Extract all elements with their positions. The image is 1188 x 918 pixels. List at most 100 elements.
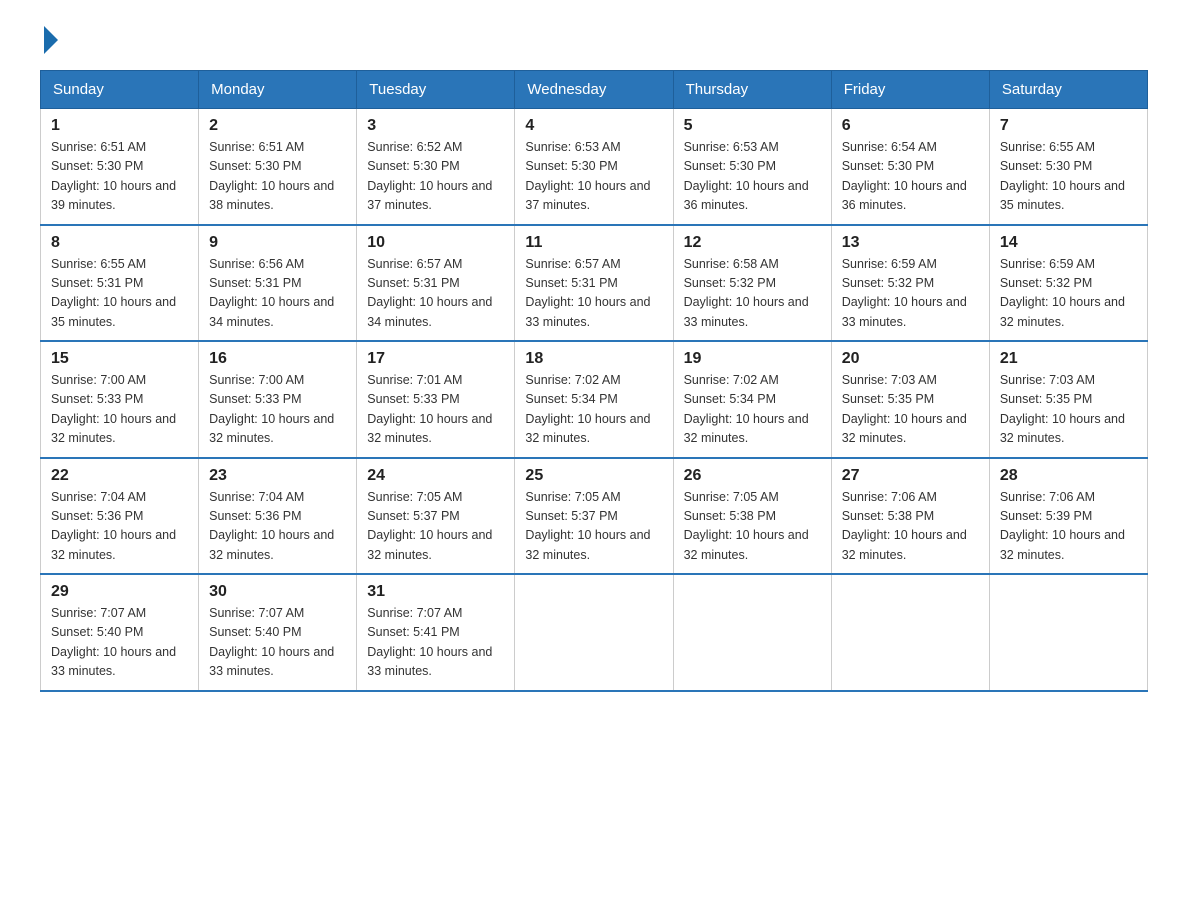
day-info: Sunrise: 7:04 AMSunset: 5:36 PMDaylight:… xyxy=(209,488,346,566)
calendar-cell: 6 Sunrise: 6:54 AMSunset: 5:30 PMDaylight… xyxy=(831,109,989,225)
logo-triangle-icon xyxy=(44,26,58,54)
day-info: Sunrise: 6:51 AMSunset: 5:30 PMDaylight:… xyxy=(51,138,188,216)
day-info: Sunrise: 7:00 AMSunset: 5:33 PMDaylight:… xyxy=(51,371,188,449)
day-info: Sunrise: 6:56 AMSunset: 5:31 PMDaylight:… xyxy=(209,255,346,333)
calendar-cell: 10 Sunrise: 6:57 AMSunset: 5:31 PMDayligh… xyxy=(357,225,515,342)
calendar-cell: 13 Sunrise: 6:59 AMSunset: 5:32 PMDayligh… xyxy=(831,225,989,342)
day-number: 12 xyxy=(684,234,821,252)
day-number: 15 xyxy=(51,350,188,368)
day-info: Sunrise: 6:59 AMSunset: 5:32 PMDaylight:… xyxy=(1000,255,1137,333)
calendar-cell xyxy=(989,574,1147,691)
day-info: Sunrise: 7:00 AMSunset: 5:33 PMDaylight:… xyxy=(209,371,346,449)
day-header-sunday: Sunday xyxy=(41,71,199,109)
day-header-monday: Monday xyxy=(199,71,357,109)
logo xyxy=(40,30,58,50)
day-info: Sunrise: 7:02 AMSunset: 5:34 PMDaylight:… xyxy=(684,371,821,449)
day-number: 14 xyxy=(1000,234,1137,252)
day-info: Sunrise: 6:55 AMSunset: 5:31 PMDaylight:… xyxy=(51,255,188,333)
day-number: 11 xyxy=(525,234,662,252)
day-number: 27 xyxy=(842,467,979,485)
calendar-cell: 20Sunrise: 7:03 AMSunset: 5:35 PMDayligh… xyxy=(831,341,989,458)
day-info: Sunrise: 6:57 AMSunset: 5:31 PMDaylight:… xyxy=(367,255,504,333)
day-number: 13 xyxy=(842,234,979,252)
page-header xyxy=(40,30,1148,50)
calendar-cell: 15 Sunrise: 7:00 AMSunset: 5:33 PMDayligh… xyxy=(41,341,199,458)
day-number: 29 xyxy=(51,583,188,601)
day-number: 1 xyxy=(51,117,188,135)
day-number: 17 xyxy=(367,350,504,368)
day-info: Sunrise: 6:51 AMSunset: 5:30 PMDaylight:… xyxy=(209,138,346,216)
day-number: 6 xyxy=(842,117,979,135)
calendar-cell: 25Sunrise: 7:05 AMSunset: 5:37 PMDayligh… xyxy=(515,458,673,575)
calendar-cell: 4 Sunrise: 6:53 AMSunset: 5:30 PMDaylight… xyxy=(515,109,673,225)
day-info: Sunrise: 6:54 AMSunset: 5:30 PMDaylight:… xyxy=(842,138,979,216)
calendar-cell: 8 Sunrise: 6:55 AMSunset: 5:31 PMDaylight… xyxy=(41,225,199,342)
calendar-table: SundayMondayTuesdayWednesdayThursdayFrid… xyxy=(40,70,1148,692)
day-info: Sunrise: 7:06 AMSunset: 5:38 PMDaylight:… xyxy=(842,488,979,566)
day-info: Sunrise: 7:03 AMSunset: 5:35 PMDaylight:… xyxy=(1000,371,1137,449)
calendar-cell: 2Sunrise: 6:51 AMSunset: 5:30 PMDaylight… xyxy=(199,109,357,225)
day-number: 5 xyxy=(684,117,821,135)
day-info: Sunrise: 6:53 AMSunset: 5:30 PMDaylight:… xyxy=(684,138,821,216)
day-number: 7 xyxy=(1000,117,1137,135)
calendar-cell: 31 Sunrise: 7:07 AMSunset: 5:41 PMDayligh… xyxy=(357,574,515,691)
day-info: Sunrise: 6:53 AMSunset: 5:30 PMDaylight:… xyxy=(525,138,662,216)
day-info: Sunrise: 7:05 AMSunset: 5:37 PMDaylight:… xyxy=(367,488,504,566)
day-number: 22 xyxy=(51,467,188,485)
day-info: Sunrise: 6:55 AMSunset: 5:30 PMDaylight:… xyxy=(1000,138,1137,216)
day-info: Sunrise: 7:07 AMSunset: 5:41 PMDaylight:… xyxy=(367,604,504,682)
day-number: 10 xyxy=(367,234,504,252)
day-header-tuesday: Tuesday xyxy=(357,71,515,109)
calendar-cell: 7 Sunrise: 6:55 AMSunset: 5:30 PMDaylight… xyxy=(989,109,1147,225)
day-number: 30 xyxy=(209,583,346,601)
day-header-friday: Friday xyxy=(831,71,989,109)
day-number: 4 xyxy=(525,117,662,135)
calendar-cell: 5 Sunrise: 6:53 AMSunset: 5:30 PMDaylight… xyxy=(673,109,831,225)
calendar-cell xyxy=(673,574,831,691)
day-number: 28 xyxy=(1000,467,1137,485)
day-number: 21 xyxy=(1000,350,1137,368)
calendar-cell: 9 Sunrise: 6:56 AMSunset: 5:31 PMDaylight… xyxy=(199,225,357,342)
calendar-cell: 30 Sunrise: 7:07 AMSunset: 5:40 PMDayligh… xyxy=(199,574,357,691)
calendar-cell: 11 Sunrise: 6:57 AMSunset: 5:31 PMDayligh… xyxy=(515,225,673,342)
day-info: Sunrise: 7:05 AMSunset: 5:38 PMDaylight:… xyxy=(684,488,821,566)
day-number: 31 xyxy=(367,583,504,601)
calendar-cell: 18Sunrise: 7:02 AMSunset: 5:34 PMDayligh… xyxy=(515,341,673,458)
calendar-header-row: SundayMondayTuesdayWednesdayThursdayFrid… xyxy=(41,71,1148,109)
day-number: 26 xyxy=(684,467,821,485)
calendar-cell: 26 Sunrise: 7:05 AMSunset: 5:38 PMDayligh… xyxy=(673,458,831,575)
calendar-cell: 16 Sunrise: 7:00 AMSunset: 5:33 PMDayligh… xyxy=(199,341,357,458)
day-info: Sunrise: 6:58 AMSunset: 5:32 PMDaylight:… xyxy=(684,255,821,333)
day-number: 23 xyxy=(209,467,346,485)
calendar-cell: 12 Sunrise: 6:58 AMSunset: 5:32 PMDayligh… xyxy=(673,225,831,342)
calendar-cell: 17Sunrise: 7:01 AMSunset: 5:33 PMDayligh… xyxy=(357,341,515,458)
calendar-cell: 1 Sunrise: 6:51 AMSunset: 5:30 PMDaylight… xyxy=(41,109,199,225)
day-number: 3 xyxy=(367,117,504,135)
day-info: Sunrise: 6:52 AMSunset: 5:30 PMDaylight:… xyxy=(367,138,504,216)
day-number: 24 xyxy=(367,467,504,485)
day-number: 16 xyxy=(209,350,346,368)
day-number: 9 xyxy=(209,234,346,252)
day-info: Sunrise: 6:57 AMSunset: 5:31 PMDaylight:… xyxy=(525,255,662,333)
day-number: 18 xyxy=(525,350,662,368)
day-info: Sunrise: 6:59 AMSunset: 5:32 PMDaylight:… xyxy=(842,255,979,333)
week-row-1: 1 Sunrise: 6:51 AMSunset: 5:30 PMDaylight… xyxy=(41,109,1148,225)
day-number: 8 xyxy=(51,234,188,252)
day-info: Sunrise: 7:07 AMSunset: 5:40 PMDaylight:… xyxy=(51,604,188,682)
calendar-cell xyxy=(515,574,673,691)
calendar-cell: 24 Sunrise: 7:05 AMSunset: 5:37 PMDayligh… xyxy=(357,458,515,575)
day-header-wednesday: Wednesday xyxy=(515,71,673,109)
calendar-cell: 28Sunrise: 7:06 AMSunset: 5:39 PMDayligh… xyxy=(989,458,1147,575)
calendar-cell: 23 Sunrise: 7:04 AMSunset: 5:36 PMDayligh… xyxy=(199,458,357,575)
day-info: Sunrise: 7:03 AMSunset: 5:35 PMDaylight:… xyxy=(842,371,979,449)
day-header-thursday: Thursday xyxy=(673,71,831,109)
calendar-cell: 29 Sunrise: 7:07 AMSunset: 5:40 PMDayligh… xyxy=(41,574,199,691)
day-info: Sunrise: 7:05 AMSunset: 5:37 PMDaylight:… xyxy=(525,488,662,566)
calendar-cell: 19Sunrise: 7:02 AMSunset: 5:34 PMDayligh… xyxy=(673,341,831,458)
day-info: Sunrise: 7:04 AMSunset: 5:36 PMDaylight:… xyxy=(51,488,188,566)
calendar-cell: 3 Sunrise: 6:52 AMSunset: 5:30 PMDaylight… xyxy=(357,109,515,225)
calendar-cell: 27 Sunrise: 7:06 AMSunset: 5:38 PMDayligh… xyxy=(831,458,989,575)
week-row-2: 8 Sunrise: 6:55 AMSunset: 5:31 PMDaylight… xyxy=(41,225,1148,342)
week-row-3: 15 Sunrise: 7:00 AMSunset: 5:33 PMDayligh… xyxy=(41,341,1148,458)
day-info: Sunrise: 7:07 AMSunset: 5:40 PMDaylight:… xyxy=(209,604,346,682)
